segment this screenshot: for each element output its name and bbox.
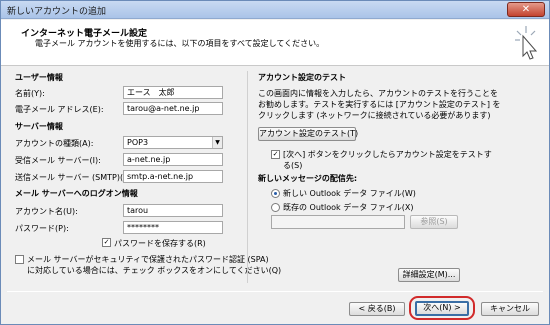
remember-password-checkbox[interactable]: ✓ <box>102 238 111 247</box>
next-button[interactable]: 次へ(N) > <box>415 301 469 316</box>
auto-test-label-line1: [次へ] ボタンをクリックしたらアカウント設定をテストす <box>283 150 492 159</box>
header-subtitle: 電子メール アカウントを使用するには、以下の項目をすべて設定してください。 <box>35 39 325 48</box>
incoming-server-label: 受信メール サーバー(I): <box>15 156 101 165</box>
auto-test-label-line2: る(S) <box>283 161 303 170</box>
incoming-server-field[interactable]: a-net.ne.jp <box>123 153 223 166</box>
password-label: パスワード(P): <box>15 224 69 233</box>
delivery-heading: 新しいメッセージの配信先: <box>258 174 358 183</box>
email-label: 電子メール アドレス(E): <box>15 105 104 114</box>
new-data-file-radio[interactable] <box>271 189 280 198</box>
name-label: 名前(Y): <box>15 89 45 98</box>
title-bar[interactable]: 新しいアカウントの追加 ✕ <box>1 1 549 19</box>
email-field[interactable]: tarou@a-net.ne.jp <box>123 102 223 115</box>
account-name-field[interactable]: tarou <box>123 204 223 217</box>
server-info-heading: サーバー情報 <box>15 122 63 131</box>
back-button[interactable]: < 戻る(B) <box>349 302 405 316</box>
test-desc-line2: お勧めします。テストを実行するには [アカウント設定のテスト] を <box>258 100 501 109</box>
new-data-file-label: 新しい Outlook データ ファイル(W) <box>283 189 416 198</box>
name-field[interactable]: エース 太郎 <box>123 86 223 99</box>
test-account-button[interactable]: アカウント設定のテスト(T) <box>258 127 358 141</box>
close-button[interactable]: ✕ <box>507 2 545 17</box>
add-account-dialog: 新しいアカウントの追加 ✕ インターネット電子メール設定 電子メール アカウント… <box>0 0 550 325</box>
test-desc-line3: クリックします (ネットワークに接続されている必要があります) <box>258 111 491 120</box>
logon-info-heading: メール サーバーへのログオン情報 <box>15 189 138 198</box>
account-name-label: アカウント名(U): <box>15 207 78 216</box>
dialog-header: インターネット電子メール設定 電子メール アカウントを使用するには、以下の項目を… <box>1 20 549 66</box>
pointer-icon <box>515 26 538 60</box>
account-type-value: POP3 <box>127 138 149 147</box>
more-settings-button[interactable]: 詳細設定(M)... <box>398 268 460 282</box>
data-file-path-field[interactable] <box>271 215 405 229</box>
spa-label-line1: メール サーバーがセキュリティで保護されたパスワード認証 (SPA) <box>27 255 269 264</box>
existing-data-file-label: 既存の Outlook データ ファイル(X) <box>283 203 414 212</box>
footer-divider <box>7 291 543 292</box>
window-title: 新しいアカウントの追加 <box>7 7 107 17</box>
user-info-heading: ユーザー情報 <box>15 73 63 82</box>
browse-button[interactable]: 参照(S) <box>410 215 458 229</box>
column-divider <box>247 71 248 283</box>
outgoing-server-field[interactable]: smtp.a-net.ne.jp <box>123 170 223 183</box>
account-type-select[interactable]: POP3 ▼ <box>123 136 223 149</box>
test-heading: アカウント設定のテスト <box>258 73 346 82</box>
password-field[interactable]: ******** <box>123 221 223 234</box>
auto-test-checkbox[interactable]: ✓ <box>271 150 280 159</box>
test-desc-line1: この画面内に情報を入力したら、アカウントのテストを行うことを <box>258 89 498 98</box>
outgoing-server-label: 送信メール サーバー (SMTP)(O): <box>15 173 136 182</box>
existing-data-file-radio[interactable] <box>271 203 280 212</box>
spa-checkbox[interactable] <box>15 255 24 264</box>
chevron-down-icon[interactable]: ▼ <box>212 137 222 148</box>
cancel-button[interactable]: キャンセル <box>481 302 539 316</box>
spa-label-line2: に対応している場合には、チェック ボックスをオンにしてください(Q) <box>27 266 282 275</box>
account-type-label: アカウントの種類(A): <box>15 139 94 148</box>
remember-password-label: パスワードを保存する(R) <box>114 239 206 248</box>
